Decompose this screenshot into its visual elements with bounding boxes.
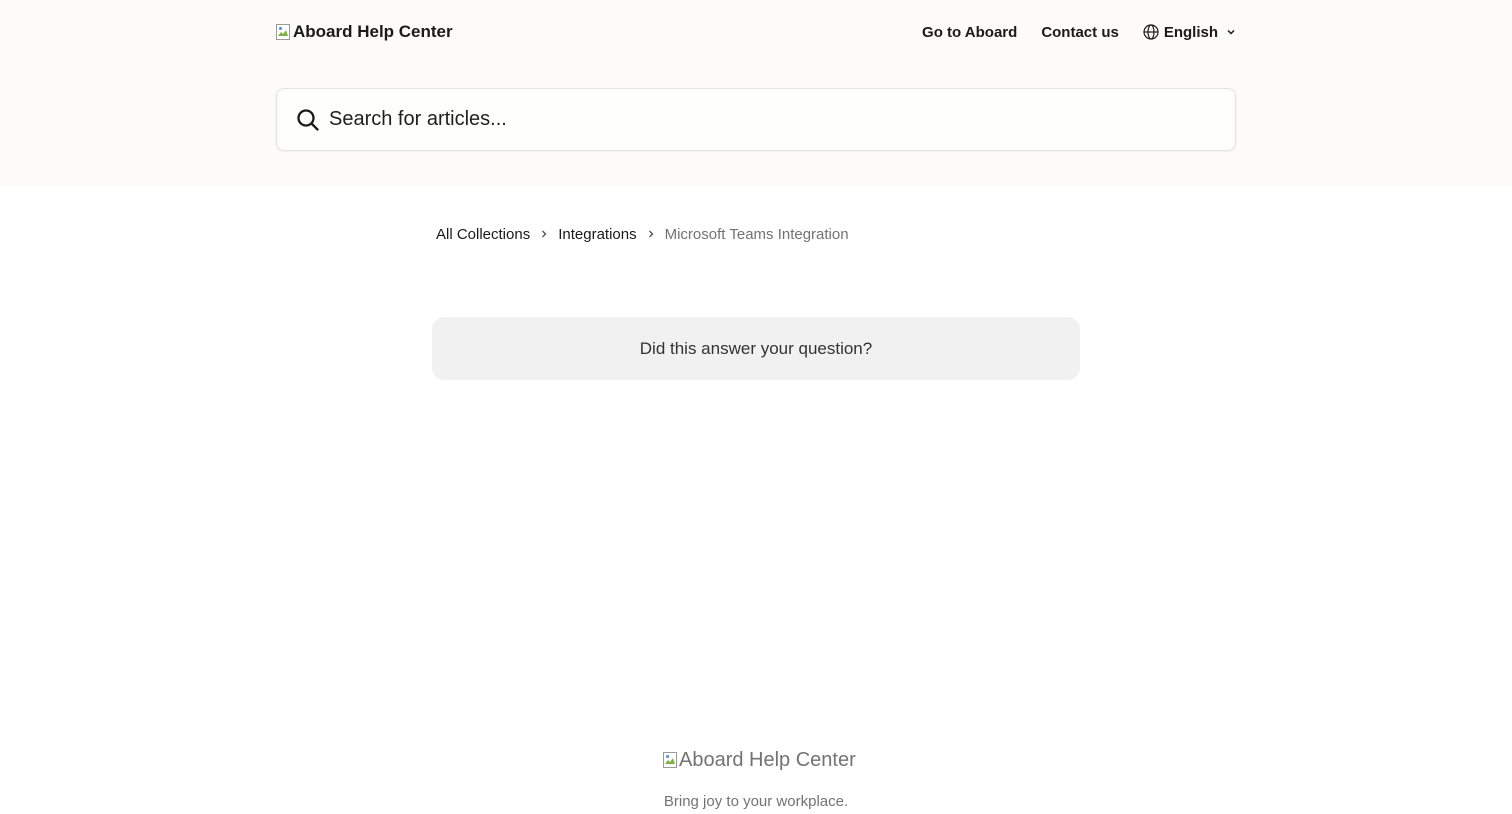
chevron-down-icon bbox=[1226, 27, 1236, 37]
breadcrumb-current: Microsoft Teams Integration bbox=[664, 225, 849, 243]
breadcrumb: All Collections Integrations Microsoft T… bbox=[436, 224, 849, 244]
search-bar[interactable] bbox=[276, 88, 1236, 151]
search-input[interactable] bbox=[327, 107, 1177, 132]
search-icon bbox=[296, 108, 320, 132]
contact-us-link[interactable]: Contact us bbox=[1041, 24, 1119, 41]
breadcrumb-integrations[interactable]: Integrations bbox=[558, 226, 636, 243]
footer-logo-alt-text: Aboard Help Center bbox=[679, 748, 856, 771]
header-logo-alt-text: Aboard Help Center bbox=[293, 22, 453, 41]
breadcrumb-all-collections[interactable]: All Collections bbox=[436, 226, 530, 243]
footer-tagline: Bring joy to your workplace. bbox=[663, 793, 849, 810]
header-logo-link[interactable]: Aboard Help Center bbox=[276, 21, 453, 43]
header-nav: Go to Aboard Contact us English bbox=[922, 21, 1236, 43]
broken-image-icon bbox=[276, 24, 292, 40]
language-selector[interactable]: English bbox=[1143, 24, 1236, 41]
feedback-box: Did this answer your question? bbox=[432, 317, 1080, 380]
go-to-aboard-link[interactable]: Go to Aboard bbox=[922, 24, 1017, 41]
broken-image-icon bbox=[663, 752, 679, 768]
feedback-question: Did this answer your question? bbox=[639, 338, 873, 358]
chevron-right-icon bbox=[647, 229, 655, 239]
language-label: English bbox=[1163, 23, 1218, 41]
header: Aboard Help Center Go to Aboard Contact … bbox=[0, 0, 1512, 187]
footer-logo-link[interactable]: Aboard Help Center bbox=[663, 748, 856, 772]
globe-icon bbox=[1143, 24, 1159, 40]
chevron-right-icon bbox=[540, 229, 548, 239]
